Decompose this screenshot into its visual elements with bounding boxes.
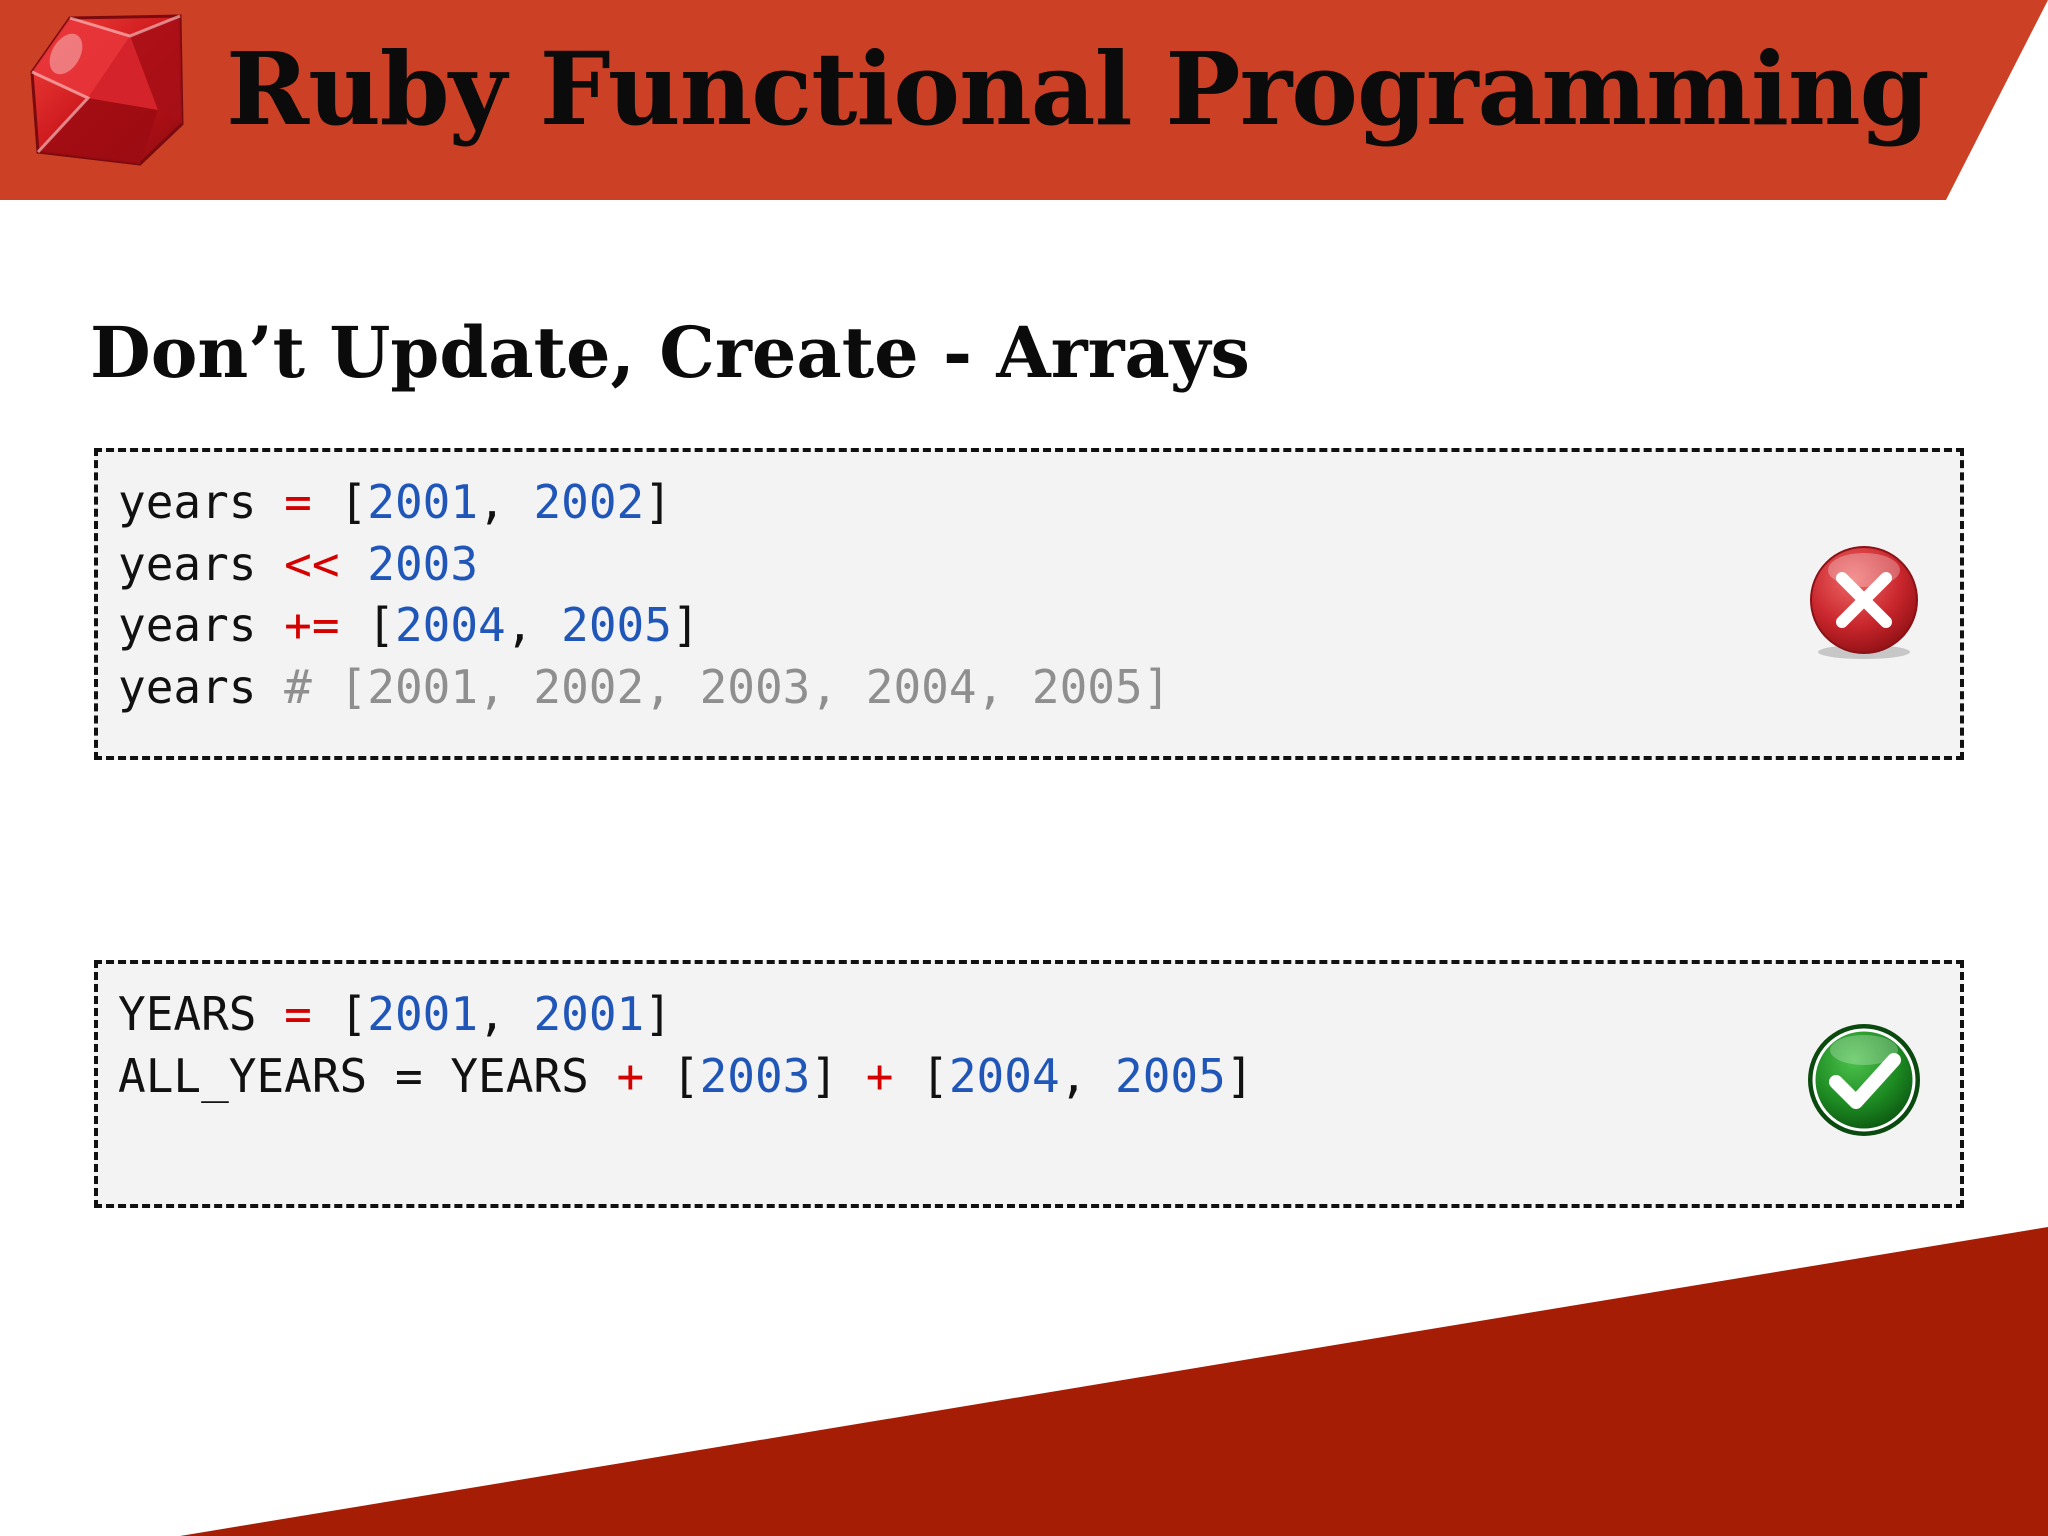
code-number: 2001 — [367, 475, 479, 529]
success-check-icon — [1808, 1024, 1920, 1136]
code-text: YEARS — [118, 987, 285, 1041]
code-operator: = — [284, 987, 312, 1041]
code-line: years << 2003 — [118, 534, 1170, 596]
code-text: [ — [644, 1048, 700, 1103]
footer-band — [180, 1227, 2048, 1536]
code-number: 2001 — [533, 987, 645, 1041]
code-number: 2003 — [699, 1048, 811, 1103]
code-text: ] — [671, 598, 700, 652]
deck-title: Ruby Functional Programming — [226, 30, 1930, 148]
code-text: years — [118, 598, 285, 652]
code-text: ] — [1225, 1048, 1254, 1103]
bad-example-code: years = [2001, 2002] years << 2003 years +… — [118, 472, 1170, 718]
code-number: 2005 — [1115, 1048, 1226, 1103]
code-text: [ — [311, 475, 368, 529]
code-operator: + — [865, 1048, 894, 1103]
bad-example-code-box: years = [2001, 2002] years << 2003 years +… — [94, 448, 1964, 760]
code-line: years = [2001, 2002] — [118, 472, 1170, 534]
code-number: 2005 — [561, 598, 672, 652]
code-text: ] — [644, 475, 672, 529]
code-text: ] — [644, 987, 672, 1041]
slide-heading: Don’t Update, Create - Arrays — [90, 311, 1250, 394]
good-example-code: YEARS = [2001, 2001] ALL_YEARS = YEARS + … — [118, 984, 1254, 1107]
error-x-icon — [1810, 546, 1918, 659]
code-comment: # [2001, 2002, 2003, 2004, 2005] — [284, 659, 1171, 714]
code-text: [ — [339, 598, 395, 652]
code-operator: += — [284, 598, 340, 652]
code-operator: + — [616, 1048, 645, 1103]
code-text: , — [478, 987, 534, 1041]
code-number: 2003 — [367, 536, 479, 591]
code-text: [ — [893, 1048, 949, 1103]
code-text: years — [118, 659, 285, 714]
code-number: 2001 — [367, 987, 479, 1041]
code-number: 2002 — [533, 475, 645, 529]
code-operator: << — [284, 536, 340, 591]
code-line: ALL_YEARS = YEARS + [2003] + [2004, 2005… — [118, 1046, 1254, 1108]
code-line: YEARS = [2001, 2001] — [118, 984, 1254, 1046]
code-text: , — [478, 475, 534, 529]
ruby-gem-icon — [30, 14, 184, 166]
code-text: ALL_YEARS = YEARS — [118, 1048, 617, 1103]
code-line: years # [2001, 2002, 2003, 2004, 2005] — [118, 657, 1170, 719]
code-text: ] — [810, 1048, 866, 1103]
good-example-code-box: YEARS = [2001, 2001] ALL_YEARS = YEARS + … — [94, 960, 1964, 1208]
code-text: years — [118, 536, 285, 591]
code-text: , — [1059, 1048, 1116, 1103]
code-text: , — [505, 598, 562, 652]
code-text: [ — [311, 987, 368, 1041]
code-number: 2004 — [394, 598, 506, 652]
code-operator: = — [284, 475, 312, 529]
code-line: years += [2004, 2005] — [118, 595, 1170, 657]
code-text: years — [118, 475, 285, 529]
slide: Ruby Functional Programming Don’t Update… — [0, 0, 2048, 1536]
code-number: 2004 — [948, 1048, 1060, 1103]
